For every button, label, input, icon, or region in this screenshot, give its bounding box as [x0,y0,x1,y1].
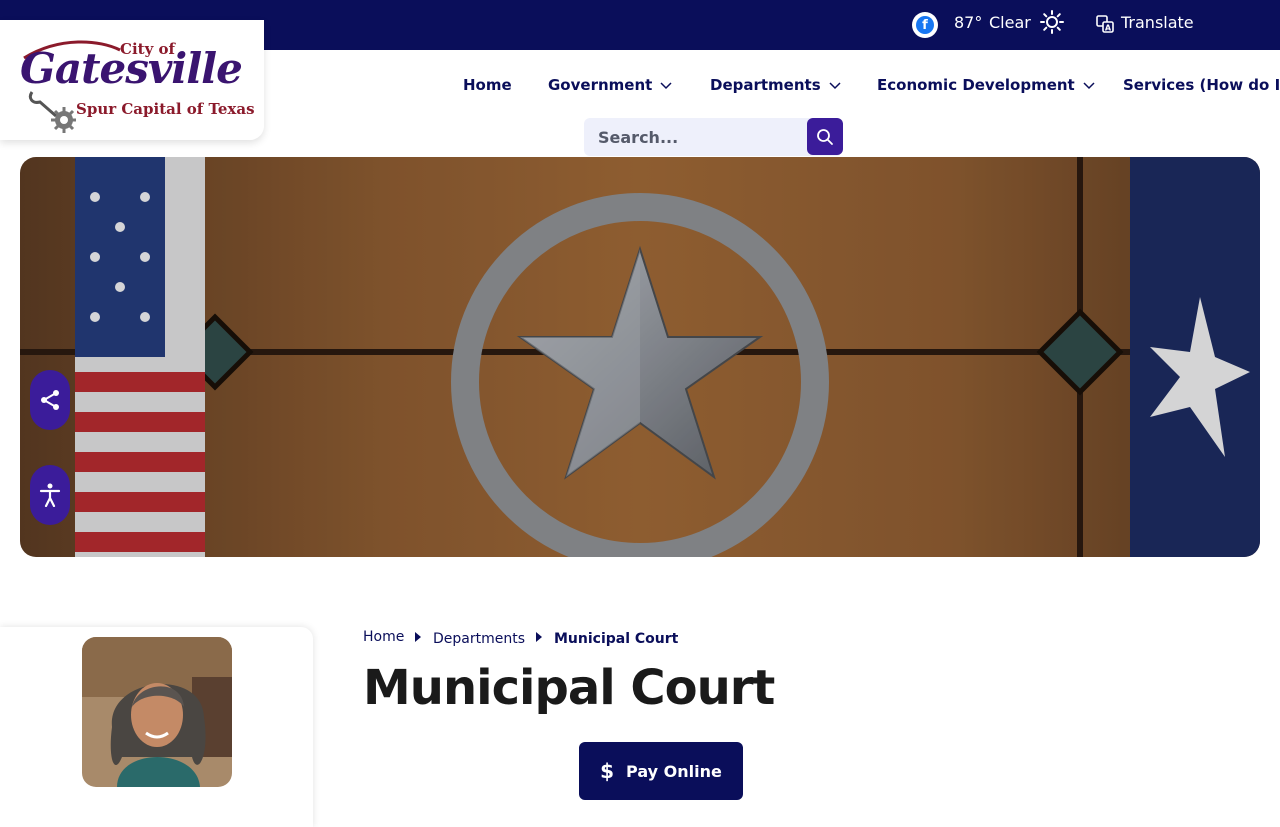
weather-temperature: 87° [954,13,983,32]
chevron-down-icon [660,82,672,90]
pay-online-label: Pay Online [626,761,722,781]
staff-photo [82,637,232,787]
search-box [584,118,842,156]
nav-home-label: Home [463,76,512,94]
court-seal-photo [20,157,1260,557]
facebook-icon: f [916,16,934,34]
sun-icon [1040,10,1064,34]
nav-government-label: Government [548,76,653,94]
nav-services[interactable]: Services (How do I?) [1123,76,1280,94]
search-button[interactable] [807,118,843,155]
caret-right-icon [415,632,421,642]
page-title: Municipal Court [363,660,775,716]
svg-text:A: A [1105,24,1112,33]
nav-economic-development[interactable]: Economic Development [877,76,1095,94]
caret-right-icon [536,632,542,642]
spur-gear-icon [28,91,76,133]
nav-government[interactable]: Government [548,76,672,94]
logo-tagline: Spur Capital of Texas [76,100,255,118]
chevron-down-icon [1083,82,1095,90]
facebook-link[interactable]: f [912,12,938,38]
weather-condition: Clear [989,13,1031,32]
breadcrumb-departments[interactable]: Departments [433,631,525,647]
search-input[interactable] [584,118,806,156]
share-button[interactable] [30,370,70,430]
nav-economic-development-label: Economic Development [877,76,1075,94]
chevron-down-icon [829,82,841,90]
hero-image [20,157,1260,557]
avatar [82,637,232,787]
breadcrumb-home[interactable]: Home [363,629,404,645]
translate-icon[interactable]: A [1096,15,1114,33]
dollar-icon: $ [600,759,615,783]
share-icon [41,390,59,410]
nav-services-label: Services (How do I?) [1123,76,1280,94]
nav-departments[interactable]: Departments [710,76,841,94]
translate-button[interactable]: Translate [1121,13,1194,32]
breadcrumb-current: Municipal Court [554,631,679,647]
pay-online-button[interactable]: $ Pay Online [579,742,743,800]
search-icon [817,128,833,145]
nav-departments-label: Departments [710,76,821,94]
accessibility-button[interactable] [30,465,70,525]
accessibility-icon [39,483,61,507]
nav-home[interactable]: Home [463,76,512,94]
